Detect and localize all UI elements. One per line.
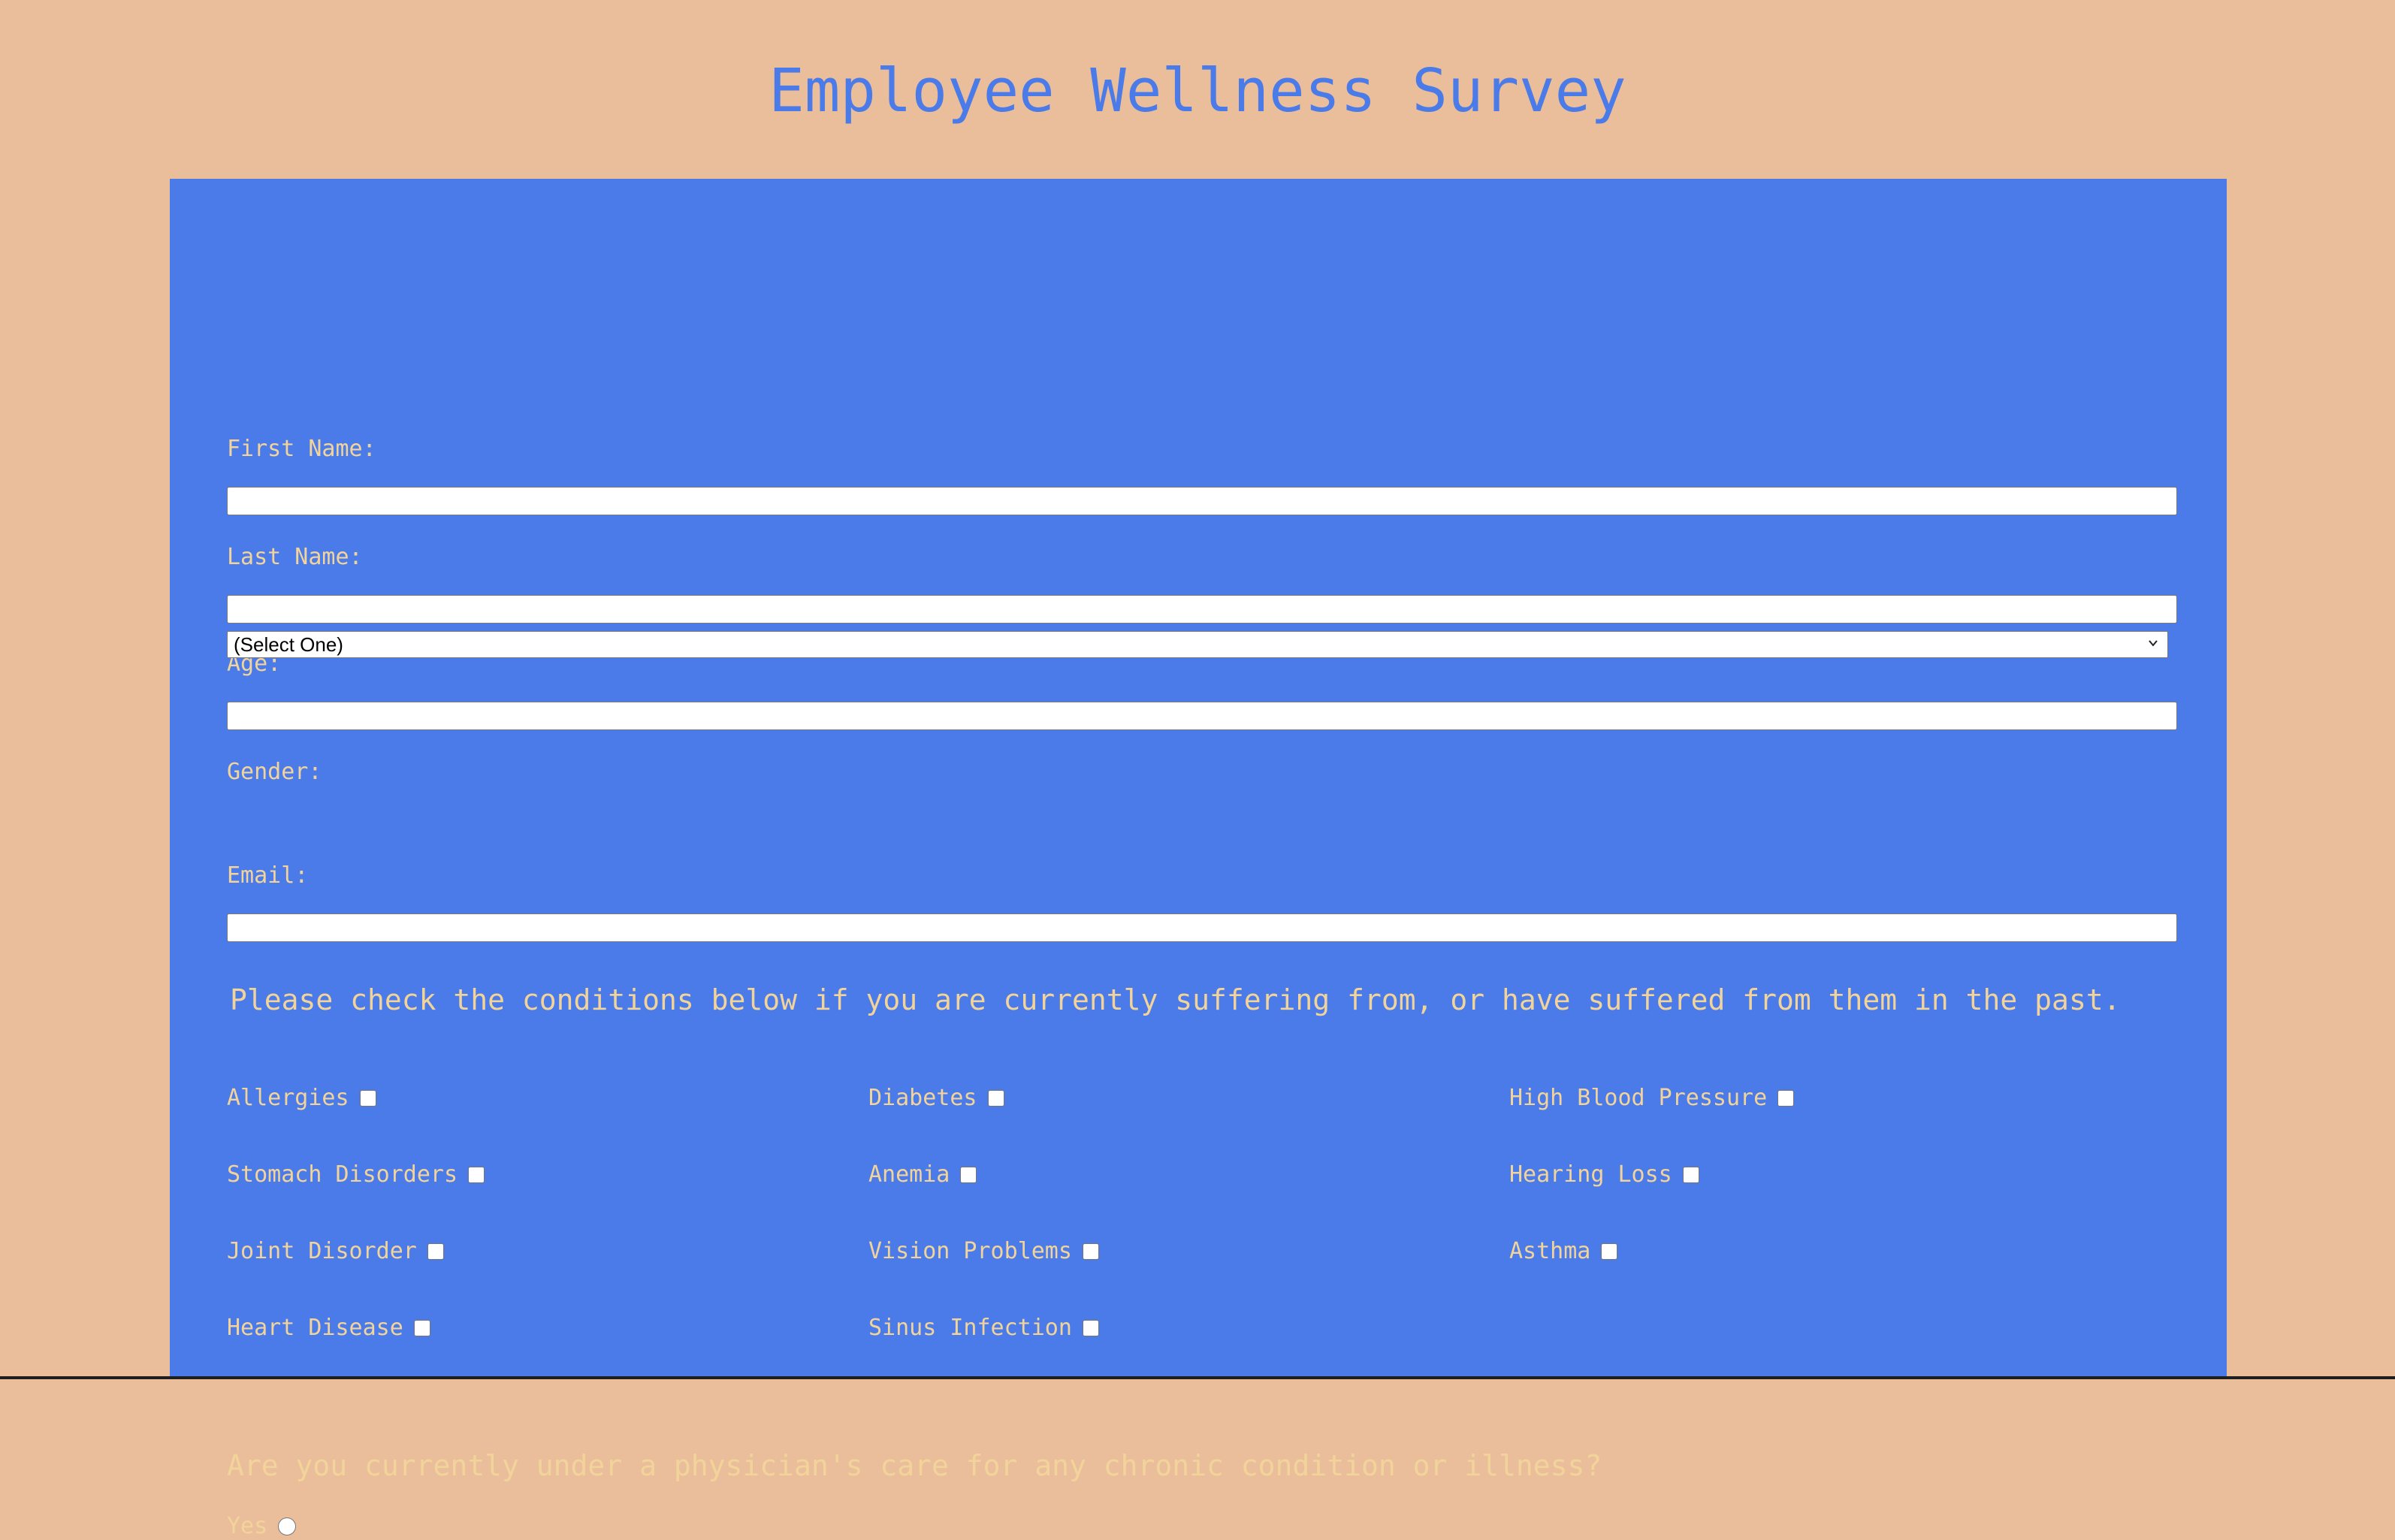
first-name-label: First Name: bbox=[227, 436, 376, 462]
first-name-input[interactable] bbox=[227, 487, 2177, 515]
condition-sinus-infection[interactable]: Sinus Infection bbox=[868, 1315, 1099, 1342]
condition-label: Heart Disease bbox=[227, 1315, 403, 1341]
checkbox[interactable] bbox=[1682, 1167, 1699, 1183]
radio-button-yes[interactable] bbox=[278, 1517, 297, 1535]
physician-care-yes-option[interactable]: Yes bbox=[227, 1513, 297, 1540]
checkbox[interactable] bbox=[1777, 1090, 1795, 1107]
condition-high-blood-pressure[interactable]: High Blood Pressure bbox=[1509, 1085, 1795, 1112]
condition-heart-disease[interactable]: Heart Disease bbox=[227, 1315, 430, 1342]
condition-label: Anemia bbox=[868, 1161, 950, 1188]
conditions-prompt: Please check the conditions below if you… bbox=[230, 983, 2121, 1016]
checkbox[interactable] bbox=[960, 1167, 977, 1183]
condition-joint-disorder[interactable]: Joint Disorder bbox=[227, 1238, 444, 1265]
chevron-down-icon bbox=[2149, 640, 2158, 647]
condition-label: High Blood Pressure bbox=[1509, 1085, 1768, 1111]
email-input[interactable] bbox=[227, 913, 2177, 942]
window-bottom-edge bbox=[0, 1376, 2395, 1379]
condition-asthma[interactable]: Asthma bbox=[1509, 1238, 1618, 1265]
checkbox[interactable] bbox=[468, 1167, 485, 1183]
condition-diabetes[interactable]: Diabetes bbox=[868, 1085, 1004, 1112]
condition-label: Diabetes bbox=[868, 1085, 977, 1111]
condition-label: Stomach Disorders bbox=[227, 1161, 458, 1188]
checkbox[interactable] bbox=[413, 1320, 430, 1336]
condition-label: Joint Disorder bbox=[227, 1238, 417, 1264]
gender-select-value: (Select One) bbox=[234, 633, 343, 656]
checkbox[interactable] bbox=[359, 1090, 376, 1107]
condition-allergies[interactable]: Allergies bbox=[227, 1085, 376, 1112]
checkbox[interactable] bbox=[1082, 1243, 1099, 1260]
checkbox[interactable] bbox=[1082, 1320, 1099, 1336]
checkbox[interactable] bbox=[427, 1243, 444, 1260]
condition-vision-problems[interactable]: Vision Problems bbox=[868, 1238, 1099, 1265]
page-title: Employee Wellness Survey bbox=[769, 56, 1626, 125]
condition-label: Vision Problems bbox=[868, 1238, 1072, 1264]
checkbox[interactable] bbox=[1601, 1243, 1618, 1260]
condition-label: Allergies bbox=[227, 1085, 349, 1111]
condition-label: Hearing Loss bbox=[1509, 1161, 1672, 1188]
radio-label: Yes bbox=[227, 1513, 268, 1539]
checkbox[interactable] bbox=[987, 1090, 1004, 1107]
condition-label: Sinus Infection bbox=[868, 1315, 1072, 1341]
email-label: Email: bbox=[227, 862, 309, 889]
last-name-input[interactable] bbox=[227, 595, 2177, 624]
physician-care-question: Are you currently under a physician's ca… bbox=[227, 1449, 1602, 1482]
condition-anemia[interactable]: Anemia bbox=[868, 1161, 977, 1188]
survey-form-panel: First Name: Last Name: Age: Gender: (Sel… bbox=[170, 179, 2227, 1539]
gender-select[interactable]: (Select One) bbox=[227, 631, 2168, 658]
age-input[interactable] bbox=[227, 702, 2177, 730]
condition-hearing-loss[interactable]: Hearing Loss bbox=[1509, 1161, 1699, 1188]
gender-label: Gender: bbox=[227, 759, 322, 785]
last-name-label: Last Name: bbox=[227, 544, 363, 570]
condition-stomach-disorders[interactable]: Stomach Disorders bbox=[227, 1161, 485, 1188]
condition-label: Asthma bbox=[1509, 1238, 1591, 1264]
